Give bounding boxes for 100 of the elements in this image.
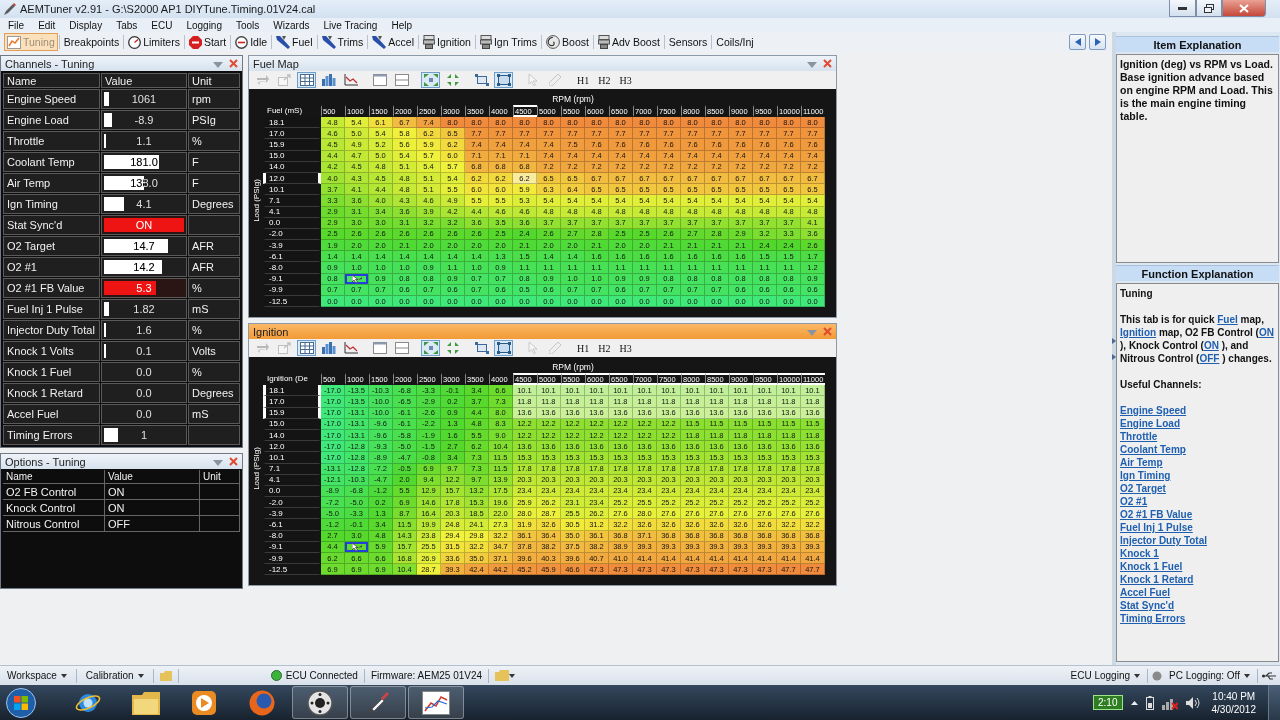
channel-value: 0.0 — [136, 366, 152, 378]
toolbar-tab[interactable]: Accel — [369, 33, 418, 51]
scroll-left-button[interactable] — [1069, 34, 1086, 50]
clock-date[interactable]: 4/30/2012 — [1211, 702, 1256, 716]
swap-arrows-icon — [255, 74, 270, 86]
menu-item[interactable]: Edit — [31, 19, 63, 31]
pin-icon[interactable] — [213, 59, 223, 68]
expand-button[interactable] — [421, 340, 440, 357]
toolbar-tab[interactable]: Fuel — [273, 33, 316, 51]
toolbar-tab[interactable]: Sensors — [665, 33, 711, 51]
bar-view-button[interactable] — [319, 340, 338, 357]
close-icon[interactable] — [229, 457, 238, 466]
toolbar-tab[interactable]: Adv Boost — [594, 33, 663, 51]
ecu-logging-dropdown[interactable]: ECU Logging — [1067, 669, 1143, 682]
minimize-button[interactable] — [1169, 0, 1196, 17]
toolbar-tab[interactable]: Start — [185, 33, 230, 51]
inline-link[interactable]: Fuel — [1217, 314, 1238, 325]
channel-link[interactable]: Accel Fuel — [1120, 586, 1171, 599]
split-pane-button[interactable] — [392, 72, 411, 88]
history-button[interactable]: H3 — [616, 74, 635, 86]
inline-link[interactable]: Ignition — [1120, 327, 1157, 338]
clock-time[interactable]: 10:40 PM — [1212, 689, 1256, 703]
select-button[interactable] — [494, 72, 513, 88]
menu-item[interactable]: Tools — [229, 19, 267, 31]
history-button[interactable]: H2 — [595, 74, 614, 86]
pin-icon[interactable] — [213, 457, 223, 466]
usb-icon — [1262, 671, 1276, 680]
select-button[interactable] — [494, 340, 513, 357]
menu-item[interactable]: Logging — [179, 19, 229, 31]
battery-icon[interactable] — [1145, 695, 1154, 710]
menu-item[interactable]: Wizards — [266, 19, 317, 31]
close-icon[interactable] — [823, 59, 832, 68]
workspace-dropdown[interactable]: Workspace — [4, 669, 70, 682]
option-value[interactable]: ON — [105, 484, 200, 500]
taskbar-app[interactable] — [292, 686, 348, 719]
toolbar-tab[interactable]: Boost — [543, 33, 592, 51]
channel-link[interactable]: Air Temp — [1120, 456, 1163, 469]
start-button[interactable] — [4, 686, 38, 719]
table-view-button[interactable] — [297, 340, 316, 357]
speaker-icon[interactable] — [1185, 696, 1200, 709]
history-button[interactable]: H2 — [595, 342, 614, 354]
graph-view-button[interactable] — [341, 72, 360, 88]
toolbar-tab[interactable]: Ignition — [420, 33, 474, 51]
single-pane-button[interactable] — [370, 340, 389, 357]
pin-icon[interactable] — [807, 59, 817, 68]
toolbar-tab[interactable]: Coils/Inj — [713, 33, 757, 51]
channel-link[interactable]: O2 #1 — [1120, 495, 1148, 508]
history-button[interactable]: H3 — [616, 342, 635, 354]
frame-button[interactable] — [472, 72, 491, 88]
channel-link[interactable]: Fuel Inj 1 Pulse — [1120, 521, 1193, 534]
channel-link[interactable]: Stat Sync'd — [1120, 599, 1175, 612]
maximize-button[interactable] — [1196, 0, 1222, 17]
channel-link[interactable]: Knock 1 Fuel — [1120, 560, 1183, 573]
menu-item[interactable]: Tabs — [109, 19, 145, 31]
toolbar-tab[interactable]: Trims — [318, 33, 367, 51]
bar-view-button[interactable] — [319, 72, 338, 88]
channel-link[interactable]: Knock 1 — [1120, 547, 1159, 560]
option-value[interactable]: ON — [105, 500, 200, 516]
calibration-dropdown[interactable]: Calibration — [82, 669, 147, 682]
split-pane-button[interactable] — [392, 340, 411, 357]
channel-link[interactable]: Knock 1 Retard — [1120, 573, 1194, 586]
graph-view-button[interactable] — [341, 340, 360, 357]
history-button[interactable]: H1 — [574, 74, 593, 86]
firmware-folder-dropdown[interactable] — [495, 670, 516, 681]
menu-item[interactable]: Live Tracing — [316, 19, 385, 31]
taskbar-app[interactable] — [408, 686, 464, 719]
show-hidden-icons-button[interactable] — [1130, 700, 1138, 705]
channel-link[interactable]: Engine Speed — [1120, 404, 1187, 417]
menu-item[interactable]: ECU — [144, 19, 180, 31]
inline-link[interactable]: OFF — [1199, 353, 1220, 364]
channel-name: Ign Timing — [3, 194, 100, 214]
history-button[interactable]: H1 — [574, 342, 593, 354]
option-value[interactable]: OFF — [105, 516, 200, 532]
scroll-right-button[interactable] — [1089, 34, 1106, 50]
channel-link[interactable]: Throttle — [1120, 430, 1158, 443]
channel-link[interactable]: Timing Errors — [1120, 612, 1186, 625]
frame-button[interactable] — [472, 340, 491, 357]
channel-link[interactable]: Engine Load — [1120, 417, 1180, 430]
channel-value: -8.9 — [134, 114, 154, 126]
show-desktop-button[interactable] — [1268, 685, 1280, 720]
channel-link[interactable]: O2 #1 FB Value — [1120, 508, 1193, 521]
channel-link[interactable]: O2 Target — [1120, 482, 1166, 495]
split-pane-icon — [394, 342, 409, 355]
close-icon[interactable] — [229, 59, 238, 68]
table-view-button[interactable] — [297, 72, 316, 88]
channel-link[interactable]: Ign Timing — [1120, 469, 1171, 482]
toolbar-tab[interactable]: Idle — [232, 33, 271, 51]
toolbar-tab[interactable]: Ign Trims — [476, 33, 541, 51]
toolbar-tab[interactable]: Limiters — [125, 33, 183, 51]
toolbar-tab[interactable]: Breakpoints — [60, 33, 123, 51]
single-pane-button[interactable] — [370, 72, 389, 88]
menu-item[interactable]: File — [1, 19, 32, 31]
expand-button[interactable] — [421, 72, 440, 88]
menu-item[interactable]: Help — [384, 19, 419, 31]
close-button[interactable] — [1222, 0, 1266, 17]
pc-logging-dropdown[interactable]: PC Logging: Off — [1166, 669, 1253, 682]
map-cell[interactable] — [345, 273, 369, 285]
channel-link[interactable]: Coolant Temp — [1120, 443, 1186, 456]
menu-item[interactable]: Display — [62, 19, 110, 31]
channel-link[interactable]: Injector Duty Total — [1120, 534, 1208, 547]
